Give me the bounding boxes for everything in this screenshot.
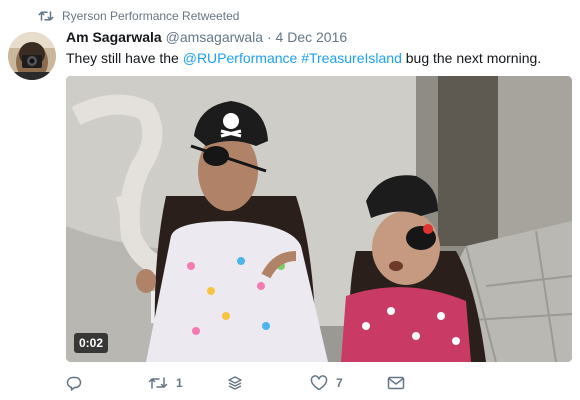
reply-icon bbox=[66, 375, 82, 391]
video-player[interactable]: 0:02 bbox=[66, 76, 572, 362]
avatar[interactable] bbox=[8, 32, 56, 80]
video-frame bbox=[66, 76, 572, 362]
retweet-button[interactable]: 1 bbox=[148, 372, 183, 394]
retweet-count: 1 bbox=[176, 376, 183, 390]
tweet-text: They still have the @RUPerformance #Trea… bbox=[66, 50, 541, 66]
envelope-icon bbox=[387, 376, 405, 390]
tweet-date[interactable]: 4 Dec 2016 bbox=[276, 29, 348, 45]
retweet-icon bbox=[38, 10, 54, 22]
tweet-header: Am Sagarwala @amsagarwala · 4 Dec 2016 bbox=[66, 29, 347, 45]
direct-message-button[interactable] bbox=[387, 372, 405, 394]
retweet-icon bbox=[148, 376, 168, 390]
hashtag-link[interactable]: #TreasureIsland bbox=[301, 50, 402, 66]
heart-icon bbox=[310, 375, 328, 391]
like-count: 7 bbox=[336, 376, 343, 390]
tweet-text-after: bug the next morning. bbox=[401, 50, 542, 66]
stack-button[interactable] bbox=[227, 372, 243, 394]
author-handle[interactable]: @amsagarwala bbox=[166, 29, 263, 45]
header-separator: · bbox=[266, 29, 272, 45]
stack-icon bbox=[227, 375, 243, 391]
author-name[interactable]: Am Sagarwala bbox=[66, 29, 162, 45]
video-duration: 0:02 bbox=[74, 333, 109, 353]
retweet-notice-text: Ryerson Performance Retweeted bbox=[62, 9, 240, 23]
reply-button[interactable] bbox=[66, 372, 82, 394]
mention-link[interactable]: @RUPerformance bbox=[183, 50, 298, 66]
like-button[interactable]: 7 bbox=[310, 372, 343, 394]
retweet-notice[interactable]: Ryerson Performance Retweeted bbox=[38, 8, 239, 24]
tweet-actions: 1 7 bbox=[66, 372, 486, 394]
tweet-text-before: They still have the bbox=[66, 50, 183, 66]
